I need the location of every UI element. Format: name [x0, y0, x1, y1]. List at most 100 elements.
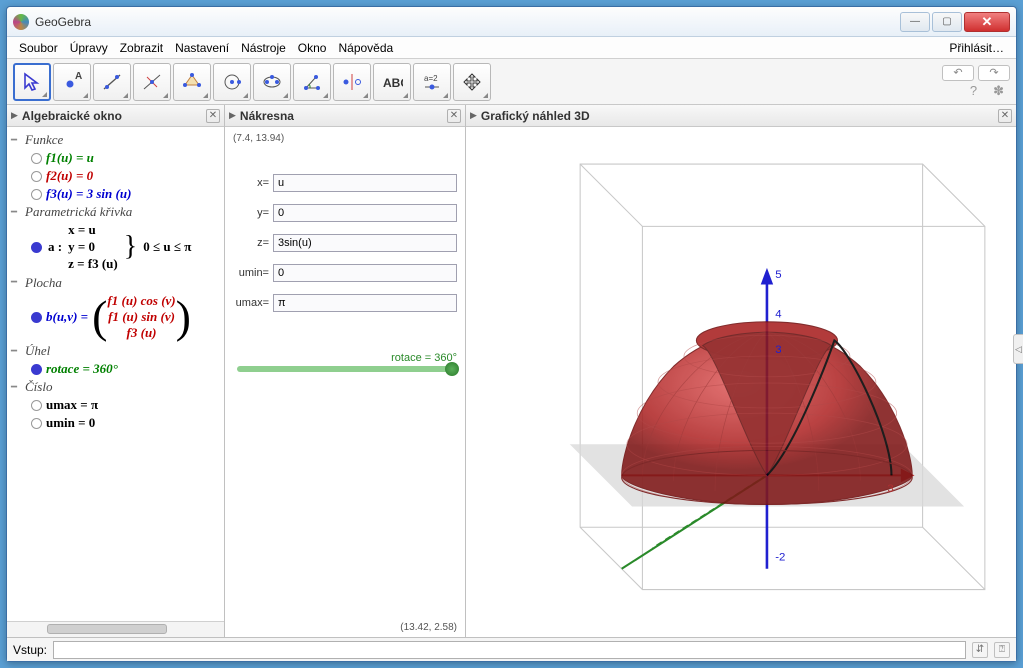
x-label: x= [233, 177, 269, 189]
surface-b[interactable]: b(u,v) = ( f1 (u) cos (v) f1 (u) sin (v)… [11, 292, 220, 343]
view3d-canvas[interactable]: 5 4 3 -2 3 [466, 127, 1016, 637]
svg-text:A: A [75, 71, 82, 82]
tool-reflect[interactable] [333, 63, 371, 101]
algebra-close-icon[interactable]: ✕ [206, 109, 220, 123]
tool-ellipse[interactable] [253, 63, 291, 101]
app-icon [13, 14, 29, 30]
menu-okno[interactable]: Okno [292, 39, 333, 57]
umin-input[interactable] [273, 264, 457, 282]
canvas-menu-toggle[interactable]: ▶ [229, 110, 236, 121]
title-bar: GeoGebra — ▢ ✕ [7, 7, 1016, 37]
tool-circle[interactable] [213, 63, 251, 101]
algebra-panel: ▶ Algebraické okno ✕ ━Funkce f1(u) = u f… [7, 105, 225, 637]
menu-upravy[interactable]: Úpravy [64, 39, 114, 57]
menu-login[interactable]: Přihlásit… [943, 39, 1010, 57]
visibility-toggle[interactable] [31, 418, 42, 429]
z-label: z= [233, 237, 269, 249]
algebra-tree: ━Funkce f1(u) = u f2(u) = 0 f3(u) = 3 si… [7, 127, 224, 621]
canvas-panel: ▶ Nákresna ✕ (7.4, 13.94) x= y= z= umin=… [225, 105, 466, 637]
window-title: GeoGebra [35, 15, 900, 29]
settings-icon[interactable]: ✽ [987, 83, 1010, 99]
umin-label: umin= [233, 267, 269, 279]
menu-zobrazit[interactable]: Zobrazit [114, 39, 169, 57]
y-input[interactable] [273, 204, 457, 222]
input-help-icon[interactable]: ⍰ [994, 642, 1010, 658]
command-input[interactable] [53, 641, 966, 659]
menu-bar: Soubor Úpravy Zobrazit Nastavení Nástroj… [7, 37, 1016, 59]
minimize-button[interactable]: — [900, 12, 930, 32]
menu-soubor[interactable]: Soubor [13, 39, 64, 57]
visibility-toggle[interactable] [31, 189, 42, 200]
tool-text[interactable]: ABC [373, 63, 411, 101]
x-input[interactable] [273, 174, 457, 192]
tool-line[interactable] [93, 63, 131, 101]
app-window: GeoGebra — ▢ ✕ Soubor Úpravy Zobrazit Na… [6, 6, 1017, 662]
svg-text:3: 3 [775, 344, 781, 356]
view3d-menu-toggle[interactable]: ▶ [470, 110, 477, 121]
num-umax[interactable]: umax = π [46, 397, 98, 413]
input-label: Vstup: [13, 643, 47, 657]
algebra-menu-toggle[interactable]: ▶ [11, 110, 18, 121]
right-sidebar-tab[interactable]: ◁ [1013, 334, 1023, 364]
coords-top-left: (7.4, 13.94) [233, 133, 457, 144]
view3d-panel: ▶ Grafický náhled 3D ✕ [466, 105, 1016, 637]
tool-angle[interactable] [293, 63, 331, 101]
algebra-title: Algebraické okno [22, 109, 202, 123]
menu-nastaveni[interactable]: Nastavení [169, 39, 235, 57]
z-input[interactable] [273, 234, 457, 252]
menu-nastroje[interactable]: Nástroje [235, 39, 292, 57]
slider-knob[interactable] [445, 362, 459, 376]
visibility-toggle[interactable] [31, 153, 42, 164]
umax-input[interactable] [273, 294, 457, 312]
tool-perpendicular[interactable] [133, 63, 171, 101]
view3d-title: Grafický náhled 3D [481, 109, 994, 123]
visibility-toggle[interactable] [31, 171, 42, 182]
slider-label: rotace = 360° [233, 352, 457, 364]
tool-slider[interactable]: a=2 [413, 63, 451, 101]
canvas-close-icon[interactable]: ✕ [447, 109, 461, 123]
func-f2[interactable]: f2(u) = 0 [46, 168, 93, 184]
tree-toggle[interactable]: ━ [11, 207, 21, 218]
svg-text:ABC: ABC [383, 76, 403, 90]
undo-button[interactable]: ↶ [942, 65, 974, 81]
tree-toggle[interactable]: ━ [11, 277, 21, 288]
tree-toggle[interactable]: ━ [11, 346, 21, 357]
input-bar: Vstup: ⇵ ⍰ [7, 637, 1016, 661]
help-icon[interactable]: ? [964, 83, 983, 99]
visibility-toggle[interactable] [31, 400, 42, 411]
redo-button[interactable]: ↷ [978, 65, 1010, 81]
umax-label: umax= [233, 297, 269, 309]
svg-text:-2: -2 [775, 551, 785, 563]
svg-text:3: 3 [887, 483, 893, 495]
visibility-toggle[interactable] [31, 364, 42, 375]
3d-scene: 5 4 3 -2 3 [466, 127, 1016, 637]
content-area: ▶ Algebraické okno ✕ ━Funkce f1(u) = u f… [7, 105, 1016, 637]
svg-text:5: 5 [775, 269, 781, 281]
input-dropdown-icon[interactable]: ⇵ [972, 642, 988, 658]
tool-polygon[interactable] [173, 63, 211, 101]
menu-napoveda[interactable]: Nápověda [332, 39, 399, 57]
tool-point[interactable]: A [53, 63, 91, 101]
tool-move-view[interactable] [453, 63, 491, 101]
num-umin[interactable]: umin = 0 [46, 415, 95, 431]
algebra-hscroll[interactable] [7, 621, 224, 637]
canvas-body[interactable]: (7.4, 13.94) x= y= z= umin= umax= rotace… [225, 127, 465, 637]
canvas-title: Nákresna [240, 109, 443, 123]
view3d-close-icon[interactable]: ✕ [998, 109, 1012, 123]
close-button[interactable]: ✕ [964, 12, 1010, 32]
func-f3[interactable]: f3(u) = 3 sin (u) [46, 186, 131, 202]
tree-toggle[interactable]: ━ [11, 382, 21, 393]
angle-rotace[interactable]: rotace = 360° [46, 361, 118, 377]
maximize-button[interactable]: ▢ [932, 12, 962, 32]
svg-text:a=2: a=2 [424, 74, 438, 83]
visibility-toggle[interactable] [31, 242, 42, 253]
svg-text:4: 4 [775, 309, 782, 321]
tool-move[interactable] [13, 63, 51, 101]
func-f1[interactable]: f1(u) = u [46, 150, 94, 166]
rotace-slider[interactable] [237, 366, 453, 372]
y-label: y= [233, 207, 269, 219]
toolbar: A ABC a=2 ↶ ↷ ? ✽ [7, 59, 1016, 105]
tree-toggle[interactable]: ━ [11, 135, 21, 146]
visibility-toggle[interactable] [31, 312, 42, 323]
curve-a[interactable]: a : x = u y = 0 z = f3 (u) } 0 ≤ u ≤ π [11, 221, 220, 274]
